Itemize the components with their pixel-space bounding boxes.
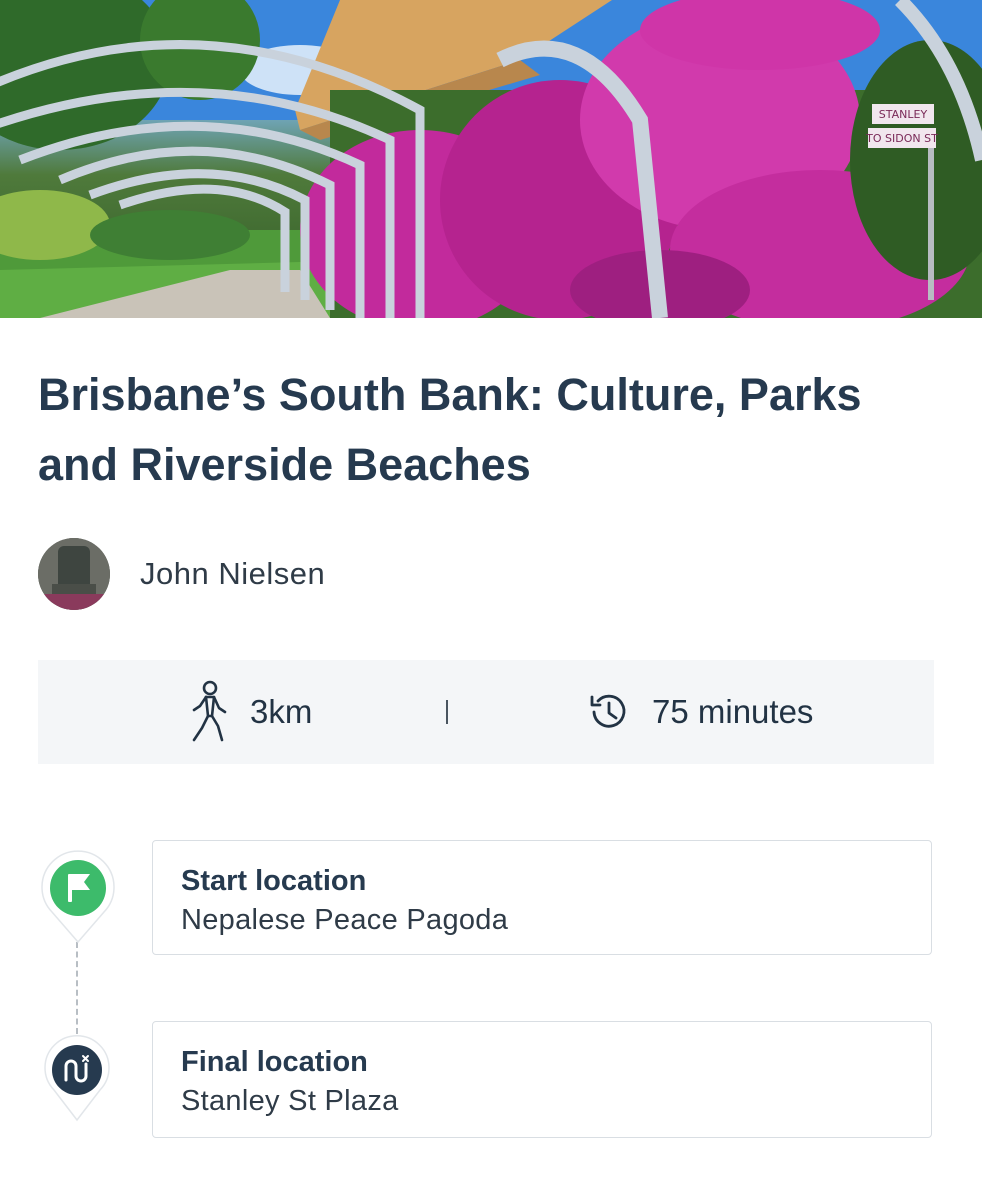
route-connector-line (76, 942, 78, 1034)
hero-image: STANLEY TO SIDON ST (0, 0, 982, 318)
final-location-label: Final location (181, 1046, 368, 1078)
author-row[interactable]: John Nielsen (38, 538, 325, 610)
sign-line1: STANLEY (879, 108, 928, 121)
final-location-card[interactable]: Final location Stanley St Plaza (152, 1021, 932, 1138)
distance-stat: 3km (188, 660, 312, 764)
sign-line2: TO SIDON ST (865, 132, 938, 145)
start-flag-pin-icon (41, 850, 115, 944)
route-stats-bar: 3km 75 minutes (38, 660, 934, 764)
hero-photo-illustration: STANLEY TO SIDON ST (0, 0, 982, 318)
start-location-label: Start location (181, 865, 367, 897)
start-location-value: Nepalese Peace Pagoda (181, 904, 509, 936)
avatar[interactable] (38, 538, 110, 610)
walking-person-icon (192, 680, 227, 742)
start-location-card[interactable]: Start location Nepalese Peace Pagoda (152, 840, 932, 955)
stats-divider (446, 700, 448, 724)
history-clock-icon (590, 694, 626, 728)
author-name[interactable]: John Nielsen (140, 556, 325, 592)
distance-value: 3km (250, 693, 313, 730)
route-title: Brisbane’s South Bank: Culture, Parks an… (38, 369, 862, 490)
avatar-photo-icon (38, 538, 110, 610)
duration-stat: 75 minutes (588, 660, 813, 764)
duration-value: 75 minutes (652, 693, 814, 730)
final-location-value: Stanley St Plaza (181, 1085, 399, 1117)
final-route-pin-icon (44, 1035, 110, 1122)
